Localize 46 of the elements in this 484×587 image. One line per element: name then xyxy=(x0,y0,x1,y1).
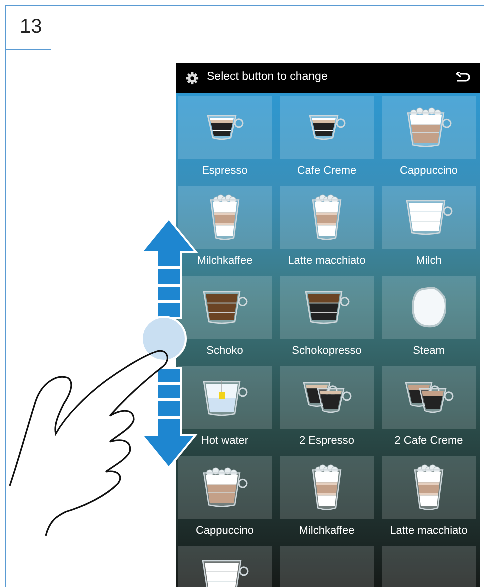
cup-icon xyxy=(202,560,248,587)
drink-button[interactable] xyxy=(382,456,476,519)
cup-icon xyxy=(406,200,452,236)
step-number: 13 xyxy=(6,6,51,50)
drink-button[interactable] xyxy=(382,366,476,429)
settings-icon[interactable] xyxy=(186,72,199,84)
drink-button[interactable] xyxy=(280,456,374,519)
drink-label: Cafe Creme xyxy=(296,164,358,179)
drink-label: Steam xyxy=(412,344,446,359)
cup-icon xyxy=(304,290,350,324)
drink-label: Espresso xyxy=(201,164,249,179)
drink-button[interactable] xyxy=(178,456,272,519)
cup-icon xyxy=(202,467,248,508)
cup-icon xyxy=(406,107,452,148)
cup-icon xyxy=(202,290,248,324)
drink-label: Hot water xyxy=(200,434,250,449)
drink-label: Schoko xyxy=(206,344,244,359)
double-cup-icon xyxy=(302,382,352,414)
steam-icon xyxy=(412,287,446,328)
drink-button[interactable] xyxy=(280,366,374,429)
drink-label: Milchkaffee xyxy=(196,254,254,269)
drink-label: Latte macchiato xyxy=(287,254,367,269)
header-title: Select button to change xyxy=(207,70,328,86)
drink-label: Cappuccino xyxy=(194,524,256,539)
back-icon[interactable] xyxy=(456,72,470,84)
glass-icon xyxy=(312,464,342,511)
drink-label: Schokopresso xyxy=(291,344,363,359)
drink-label: 2 Cafe Creme xyxy=(394,434,464,449)
drink-button[interactable] xyxy=(178,276,272,339)
glass-icon xyxy=(210,194,240,241)
drink-button[interactable] xyxy=(178,366,272,429)
glass-icon xyxy=(312,194,342,241)
drink-button[interactable] xyxy=(280,96,374,159)
double-cup-icon xyxy=(404,382,454,414)
drink-label: Milchkaffee xyxy=(298,524,356,539)
drink-label: Cappuccino xyxy=(398,164,460,179)
drink-button[interactable] xyxy=(280,276,374,339)
drink-label: Latte macchiato xyxy=(389,524,469,539)
glass-icon xyxy=(414,464,444,511)
cup-icon xyxy=(202,378,248,416)
drink-label: 2 Espresso xyxy=(298,434,356,449)
cup-icon xyxy=(206,114,244,140)
cup-icon xyxy=(308,114,346,140)
drink-button[interactable] xyxy=(178,96,272,159)
drink-label: Milch xyxy=(415,254,443,269)
touch-point xyxy=(141,316,187,362)
